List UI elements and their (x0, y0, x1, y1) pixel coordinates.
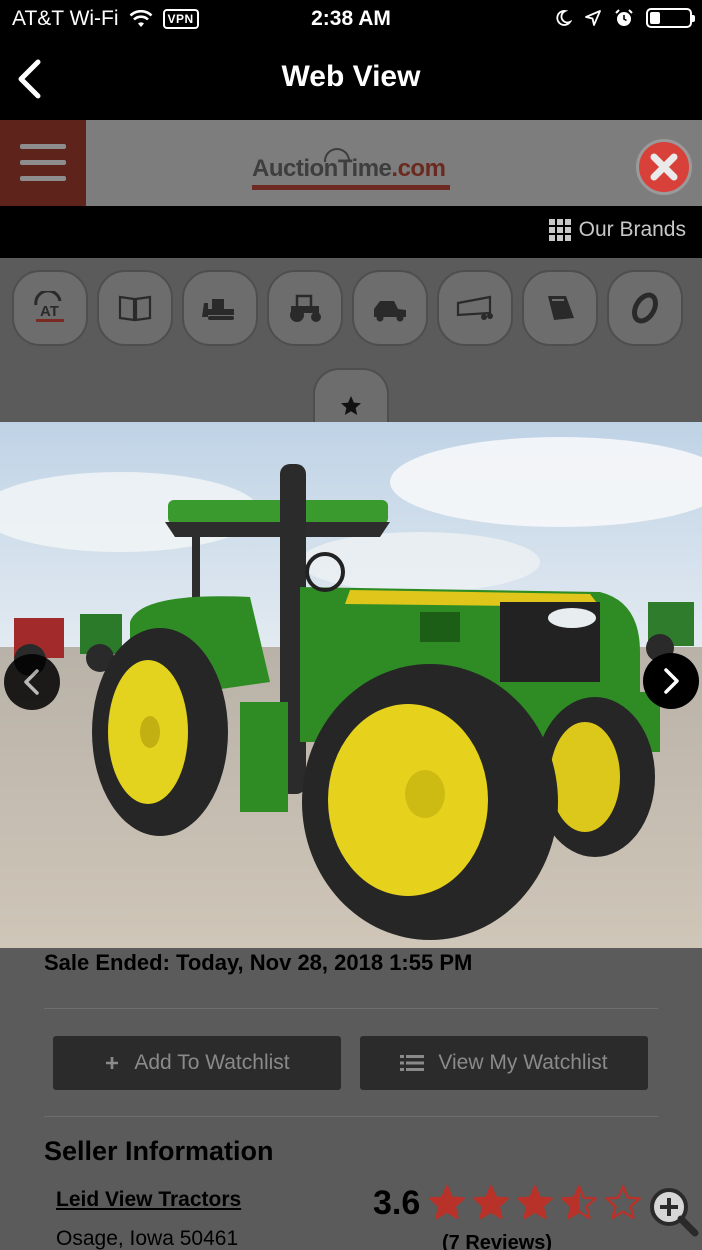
status-bar: AT&T Wi-Fi VPN 2:38 AM (0, 0, 702, 40)
sale-ended-label: Sale Ended: Today, Nov 28, 2018 1:55 PM (44, 950, 473, 975)
category-trailers-button[interactable] (437, 270, 513, 346)
listing-details: Sale Ended: Today, Nov 28, 2018 1:55 PM … (0, 948, 702, 1250)
add-to-watchlist-button[interactable]: Add To Watchlist (53, 1036, 341, 1090)
attachment-bucket-icon (548, 296, 574, 320)
rating-star-icon (605, 1185, 641, 1220)
logo-name: AuctionTime (252, 155, 392, 182)
listing-photo[interactable] (0, 422, 702, 948)
hamburger-icon-bar (20, 176, 66, 181)
alarm-icon (615, 9, 633, 26)
catalog-book-icon (118, 295, 152, 322)
moon-icon (556, 10, 572, 26)
seller-reviews-link[interactable]: (7 Reviews) (442, 1232, 552, 1250)
star-icon (341, 396, 361, 415)
truck-icon (374, 301, 406, 322)
farm-tractor-icon (290, 294, 321, 322)
add-to-watchlist-label: Add To Watchlist (134, 1051, 290, 1074)
our-brands-label: Our Brands (578, 218, 686, 241)
rating-star-icon (561, 1185, 597, 1220)
category-catalog-button[interactable] (97, 270, 173, 346)
svg-text:AT: AT (40, 303, 59, 320)
chevron-right-icon (664, 668, 679, 694)
auctiontime-icon: AT (34, 291, 64, 322)
brands-bar: Our Brands (0, 206, 702, 258)
hamburger-menu-button[interactable] (0, 120, 86, 206)
seller-information-heading: Seller Information (44, 1136, 274, 1166)
seller-rating-stars (428, 1184, 642, 1222)
rating-star-icon (517, 1185, 553, 1220)
status-right (554, 8, 695, 28)
favorites-tab[interactable] (313, 368, 389, 428)
rating-star-icon (473, 1185, 509, 1220)
carousel-next-button[interactable] (643, 653, 699, 709)
logo-domain: .com (391, 155, 446, 182)
hamburger-icon (20, 144, 66, 149)
tractor-photo (0, 422, 702, 948)
auctiontime-logo[interactable]: AuctionTime.com (252, 147, 452, 193)
zoom-in-icon[interactable] (646, 1184, 700, 1238)
plus-icon (106, 1057, 119, 1069)
category-auctiontime-button[interactable]: AT (12, 270, 88, 346)
construction-dozer-icon (202, 299, 234, 320)
carousel-prev-button[interactable] (4, 654, 60, 710)
location-arrow-icon (585, 10, 601, 26)
seller-location: Osage, Iowa 50461 (56, 1227, 239, 1250)
view-my-watchlist-label: View My Watchlist (438, 1051, 608, 1074)
our-brands-button[interactable]: Our Brands (548, 218, 686, 242)
divider (44, 1008, 658, 1009)
chevron-left-icon (24, 669, 39, 695)
seller-name-link[interactable]: Leid View Tractors (56, 1188, 241, 1212)
screen: AT&T Wi-Fi VPN 2:38 AM Web View AuctionT… (0, 0, 702, 1250)
grid-icon (548, 219, 571, 241)
category-attachments-button[interactable] (522, 270, 598, 346)
category-trucks-button[interactable] (352, 270, 428, 346)
view-my-watchlist-button[interactable]: View My Watchlist (360, 1036, 648, 1090)
nav-title: Web View (281, 60, 421, 93)
category-farm-button[interactable] (267, 270, 343, 346)
hamburger-icon-bar (20, 160, 66, 165)
trailer-icon (456, 295, 493, 320)
rating-star-icon (429, 1185, 465, 1220)
battery-icon (646, 8, 695, 28)
logo-text: AuctionTime.com (252, 155, 446, 183)
category-parts-button[interactable] (607, 270, 683, 346)
seller-rating-value: 3.6 (373, 1184, 421, 1222)
close-button[interactable] (636, 139, 692, 195)
logo-underline (252, 185, 450, 190)
nav-bar: Web View (0, 40, 702, 120)
tire-icon (632, 292, 658, 324)
category-construction-button[interactable] (182, 270, 258, 346)
divider (44, 1116, 658, 1117)
category-icon-row: AT (0, 258, 702, 428)
list-icon (400, 1055, 425, 1071)
close-icon (650, 153, 678, 181)
site-header: AuctionTime.com (0, 120, 702, 206)
